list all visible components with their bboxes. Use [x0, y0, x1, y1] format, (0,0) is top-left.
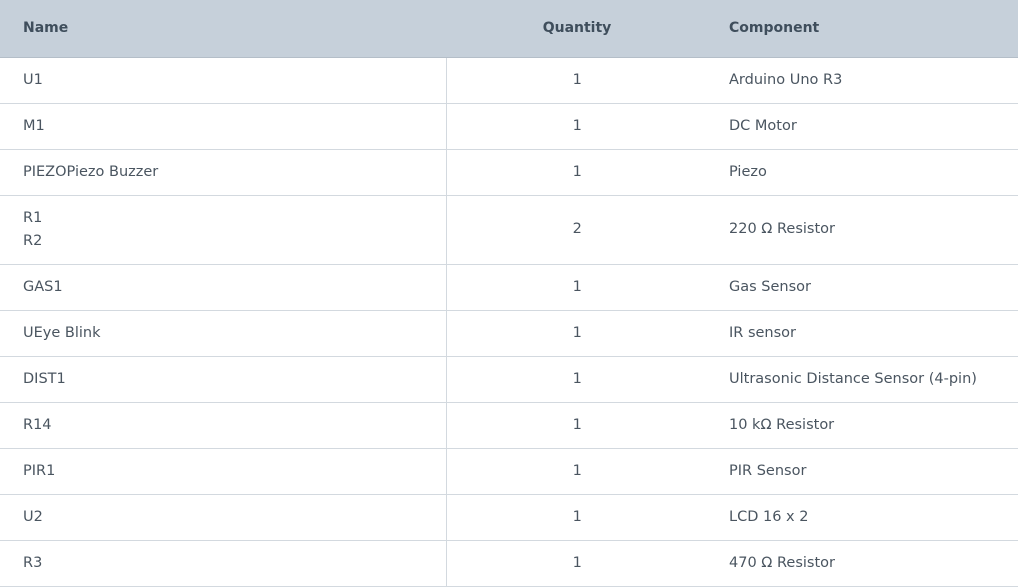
cell-component: IR sensor	[708, 310, 1018, 357]
cell-quantity: 1	[446, 264, 708, 311]
header-row: Name Quantity Component	[0, 0, 1018, 58]
cell-name: R3	[0, 540, 447, 587]
cell-quantity: 1	[446, 540, 708, 587]
table-body: U1 1 Arduino Uno R3 M1 1 DC Motor PIEZOPiezo B…	[0, 57, 1018, 587]
cell-name: PIR1	[0, 448, 447, 495]
component-name: PIEZOPiezo Buzzer	[23, 163, 159, 180]
cell-quantity: 1	[446, 356, 708, 403]
cell-name: GAS1	[0, 264, 447, 311]
table-row: UEye Blink 1 IR sensor	[0, 310, 1018, 357]
cell-name: DIST1	[0, 356, 447, 403]
component-name: R3	[23, 554, 43, 571]
component-name: R14	[23, 416, 52, 433]
component-name: U2	[23, 508, 43, 525]
component-name: R2	[23, 232, 43, 249]
table-row: PIEZOPiezo Buzzer 1 Piezo	[0, 149, 1018, 196]
table-row: DIST1 1 Ultrasonic Distance Sensor (4-pin)	[0, 356, 1018, 403]
component-name: M1	[23, 117, 45, 134]
column-header-quantity[interactable]: Quantity	[446, 0, 708, 58]
table-row: R14 1 10 kΩ Resistor	[0, 402, 1018, 449]
cell-name: U2	[0, 494, 447, 541]
cell-quantity: 1	[446, 57, 708, 104]
table-row: M1 1 DC Motor	[0, 103, 1018, 150]
table-row: U1 1 Arduino Uno R3	[0, 57, 1018, 104]
table-row: PIR1 1 PIR Sensor	[0, 448, 1018, 495]
column-header-name[interactable]: Name	[0, 0, 446, 58]
component-name: U1	[23, 71, 43, 88]
cell-component: Arduino Uno R3	[708, 57, 1018, 104]
cell-component: Ultrasonic Distance Sensor (4-pin)	[708, 356, 1018, 403]
cell-name: U1	[0, 57, 447, 104]
component-name: DIST1	[23, 370, 66, 387]
cell-name: M1	[0, 103, 447, 150]
cell-name: PIEZOPiezo Buzzer	[0, 149, 447, 196]
cell-component: LCD 16 x 2	[708, 494, 1018, 541]
component-name: PIR1	[23, 462, 56, 479]
table-row: R1 R2 2 220 Ω Resistor	[0, 195, 1018, 265]
table-header: Name Quantity Component	[0, 0, 1018, 58]
cell-quantity: 1	[446, 402, 708, 449]
cell-component: Gas Sensor	[708, 264, 1018, 311]
table-row: GAS1 1 Gas Sensor	[0, 264, 1018, 311]
components-table: Name Quantity Component U1 1 Arduino Uno R…	[0, 0, 1018, 587]
cell-quantity: 1	[446, 310, 708, 357]
table-row: R3 1 470 Ω Resistor	[0, 540, 1018, 587]
cell-component: PIR Sensor	[708, 448, 1018, 495]
cell-quantity: 1	[446, 448, 708, 495]
cell-name: UEye Blink	[0, 310, 447, 357]
component-name: R1	[23, 209, 43, 226]
cell-component: Piezo	[708, 149, 1018, 196]
cell-quantity: 1	[446, 103, 708, 150]
cell-quantity: 2	[446, 195, 708, 265]
cell-component: 470 Ω Resistor	[708, 540, 1018, 587]
cell-name: R14	[0, 402, 447, 449]
table-row: U2 1 LCD 16 x 2	[0, 494, 1018, 541]
component-name: GAS1	[23, 278, 63, 295]
cell-quantity: 1	[446, 149, 708, 196]
cell-component: 10 kΩ Resistor	[708, 402, 1018, 449]
column-header-component[interactable]: Component	[708, 0, 1018, 58]
cell-name: R1 R2	[0, 195, 447, 265]
component-name: UEye Blink	[23, 324, 101, 341]
cell-component: 220 Ω Resistor	[708, 195, 1018, 265]
cell-quantity: 1	[446, 494, 708, 541]
cell-component: DC Motor	[708, 103, 1018, 150]
